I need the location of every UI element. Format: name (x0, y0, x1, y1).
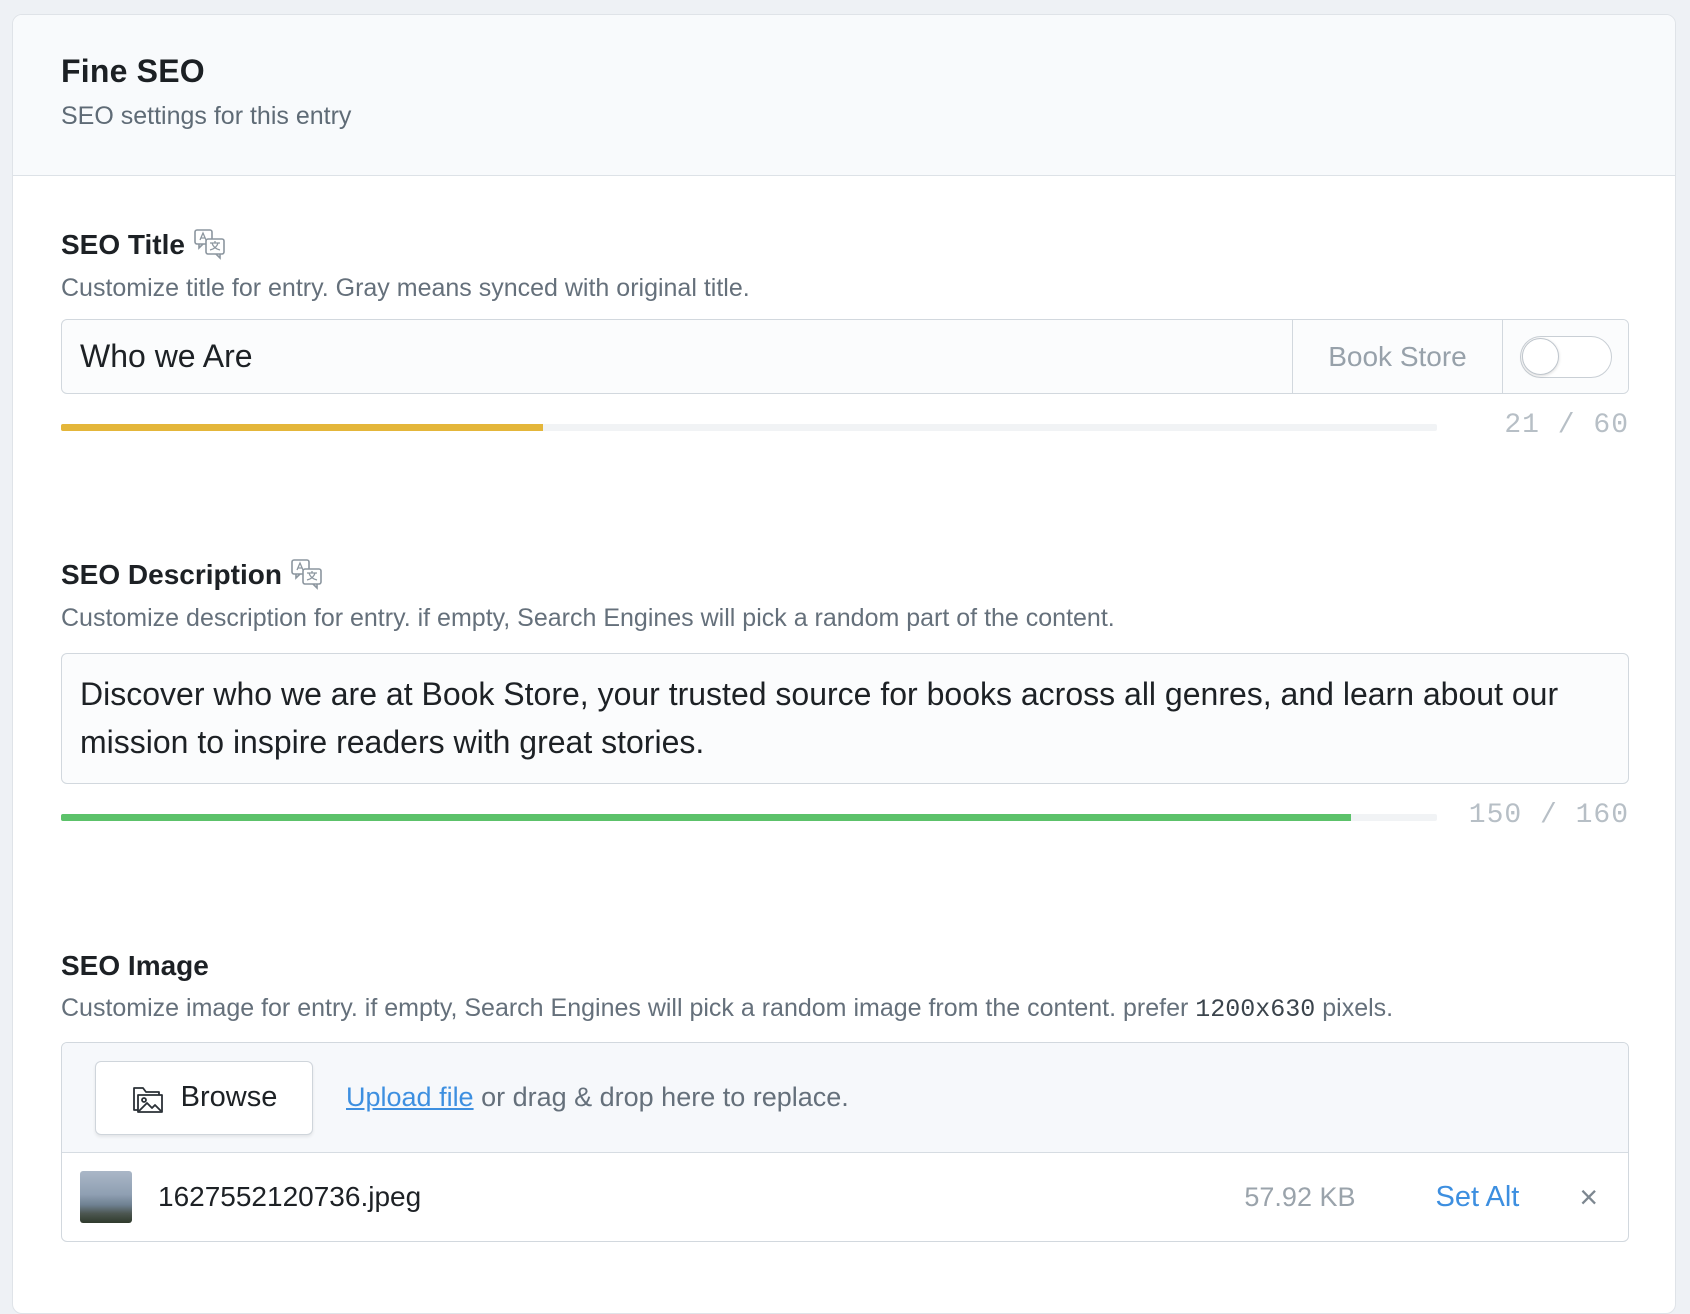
seo-description-label-text: SEO Description (61, 559, 282, 590)
upload-file-link[interactable]: Upload file (346, 1082, 474, 1112)
seo-description-char-count: 150 / 160 (1468, 800, 1629, 831)
seo-description-label: SEO Description (61, 558, 1627, 592)
uploaded-file-row: 1627552120736.jpeg 57.92 KB Set Alt × (62, 1153, 1628, 1241)
seo-title-meter: 21 / 60 (61, 410, 1629, 454)
seo-panel: Fine SEO SEO settings for this entry SEO… (12, 14, 1676, 1314)
seo-description-progress-fill (61, 814, 1351, 821)
seo-title-char-count: 21 / 60 (1504, 410, 1629, 441)
sync-title-toggle[interactable] (1519, 335, 1612, 378)
upload-instructions: Upload file or drag & drop here to repla… (346, 1082, 849, 1113)
seo-image-help-size: 1200x630 (1195, 995, 1316, 1024)
panel-header: Fine SEO SEO settings for this entry (13, 15, 1675, 176)
seo-title-input[interactable] (62, 320, 1292, 393)
panel-subtitle: SEO settings for this entry (61, 102, 352, 130)
seo-description-field: SEO Description Customize description fo… (61, 558, 1629, 844)
upload-instructions-text: or drag & drop here to replace. (473, 1082, 849, 1112)
toggle-knob (1521, 337, 1559, 375)
panel-title: Fine SEO (61, 53, 205, 89)
set-alt-button[interactable]: Set Alt (1435, 1181, 1519, 1214)
seo-image-label-text: SEO Image (61, 950, 209, 981)
browse-button[interactable]: Browse (95, 1060, 313, 1135)
seo-description-progress-track (61, 814, 1437, 821)
site-name-suffix: Book Store (1292, 320, 1502, 393)
remove-file-icon[interactable]: × (1579, 1181, 1598, 1213)
seo-title-progress-fill (61, 424, 543, 431)
seo-title-label: SEO Title (61, 228, 1627, 262)
seo-image-help-text: Customize image for entry. if empty, Sea… (61, 994, 1196, 1022)
seo-title-field: SEO Title Customize title for entry. Gra… (61, 228, 1629, 454)
sync-toggle-container (1502, 320, 1628, 393)
folder-image-icon (131, 1081, 165, 1115)
upload-dropzone[interactable]: Browse Upload file or drag & drop here t… (62, 1043, 1628, 1153)
seo-title-progress-track (61, 424, 1437, 431)
seo-description-help: Customize description for entry. if empt… (61, 604, 1115, 632)
seo-image-help-suffix: pixels. (1315, 994, 1394, 1022)
seo-title-help: Customize title for entry. Gray means sy… (61, 274, 750, 302)
seo-description-textarea[interactable]: Discover who we are at Book Store, your … (61, 653, 1629, 784)
seo-description-meter: 150 / 160 (61, 800, 1629, 844)
seo-title-label-text: SEO Title (61, 229, 185, 260)
image-thumbnail (80, 1171, 132, 1223)
seo-title-input-group: Book Store (61, 319, 1629, 394)
panel-body: SEO Title Customize title for entry. Gra… (13, 228, 1675, 1242)
image-upload-box: Browse Upload file or drag & drop here t… (61, 1042, 1629, 1242)
file-name: 1627552120736.jpeg (158, 1181, 422, 1212)
browse-button-label: Browse (180, 1081, 278, 1113)
translate-icon[interactable] (290, 558, 324, 592)
translate-icon[interactable] (193, 228, 227, 262)
seo-image-label: SEO Image (61, 950, 1627, 982)
seo-image-field: SEO Image Customize image for entry. if … (61, 950, 1629, 1242)
seo-image-help: Customize image for entry. if empty, Sea… (61, 994, 1627, 1024)
file-size: 57.92 KB (1244, 1181, 1356, 1212)
